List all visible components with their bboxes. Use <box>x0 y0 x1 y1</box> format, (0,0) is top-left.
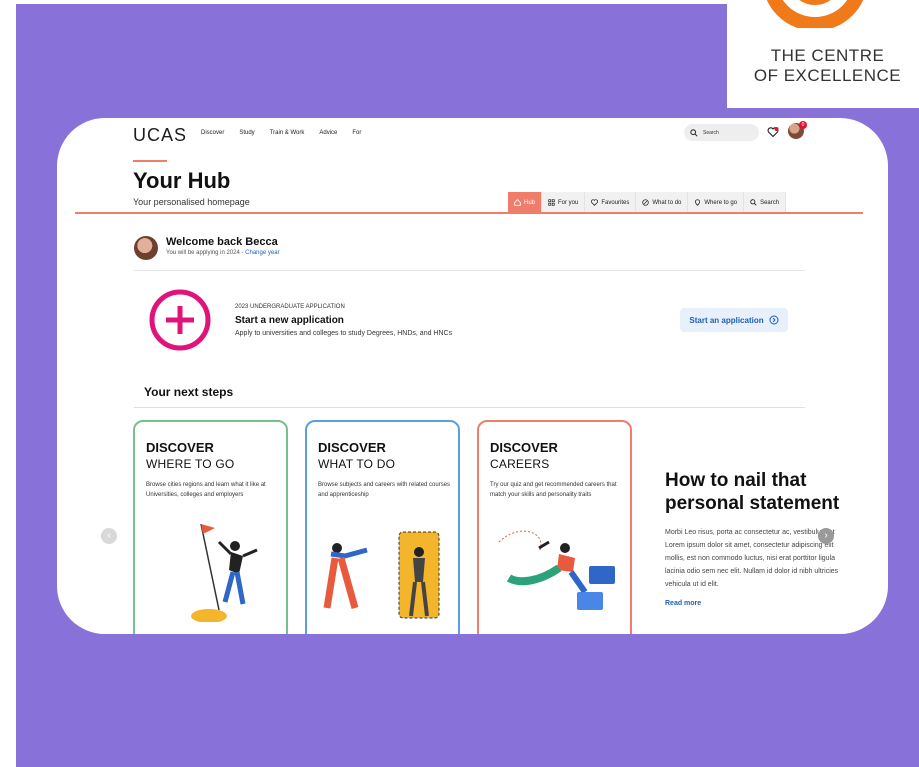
card-heading: DISCOVER <box>318 440 386 455</box>
next-steps-title: Your next steps <box>144 385 234 399</box>
grid-icon <box>548 199 555 206</box>
welcome-avatar <box>134 236 158 260</box>
article-title[interactable]: How to nail that personal statement <box>665 469 875 515</box>
page-subtitle: Your personalised homepage <box>133 197 250 207</box>
arrow-circle-icon <box>769 315 779 325</box>
start-application-label: Start an application <box>689 315 764 325</box>
applying-year-text: You will be applying in 2024 - <box>166 250 246 256</box>
start-application-button[interactable]: Start an application <box>680 308 788 332</box>
tab-label: For you <box>558 199 579 206</box>
notification-badge: 0 <box>799 121 807 129</box>
card-heading: DISCOVER <box>490 440 558 455</box>
read-more-link[interactable]: Read more <box>665 600 701 607</box>
card-heading: DISCOVER <box>146 440 214 455</box>
card-subheading: WHERE TO GO <box>146 457 235 471</box>
favourites-heart-icon[interactable] <box>767 126 779 138</box>
card-subheading: CAREERS <box>490 457 550 471</box>
search-icon <box>690 128 698 137</box>
nav-for[interactable]: For <box>352 130 361 136</box>
next-steps-divider <box>134 407 805 408</box>
chevron-left-icon: ‹ <box>107 530 111 541</box>
tab-where-to-go[interactable]: Where to go <box>688 192 745 213</box>
hub-tabs: Hub For you Favourites What to do Where … <box>508 192 787 213</box>
logo-line-2: OF EXCELLENCE <box>753 66 902 85</box>
header-search[interactable]: Search <box>684 124 759 141</box>
compass-icon <box>642 199 650 206</box>
card-description: Browse subjects and careers with related… <box>318 482 451 498</box>
heart-icon <box>591 199 599 206</box>
tab-hub[interactable]: Hub <box>508 192 543 213</box>
article-body: Morbi Leo risus, porta ac consectetur ac… <box>665 529 839 586</box>
nav-study[interactable]: Study <box>239 130 254 136</box>
tab-label: Favourites <box>601 199 630 206</box>
flag-climber-illustration <box>191 523 258 622</box>
tab-for-you[interactable]: For you <box>542 192 586 213</box>
tab-what-to-do[interactable]: What to do <box>636 192 689 213</box>
logo-rings-icon <box>766 0 864 28</box>
discover-careers-card[interactable]: DISCOVER CAREERS Try our quiz and get re… <box>477 420 632 634</box>
header-search-label: Search <box>703 129 719 136</box>
title-accent-bar <box>133 160 167 162</box>
nav-advice[interactable]: Advice <box>319 130 337 136</box>
page-title: Your Hub <box>133 168 231 193</box>
carousel-next-button[interactable]: › <box>818 528 834 544</box>
change-year-link[interactable]: Change year <box>245 250 279 256</box>
application-title: Start a new application <box>235 315 344 326</box>
ucas-logo[interactable]: UCAS <box>133 125 187 146</box>
chevron-right-icon: › <box>824 530 828 541</box>
discover-what-to-do-card[interactable]: DISCOVER WHAT TO DO Browse subjects and … <box>305 420 460 634</box>
ucas-hub-window: UCAS Discover Study Train & Work Advice … <box>57 118 888 634</box>
card-subheading: WHAT TO DO <box>318 457 396 471</box>
tab-favourites[interactable]: Favourites <box>585 192 637 213</box>
tab-label: Search <box>760 199 780 206</box>
screenshot-stage: THE CENTRE OF EXCELLENCE UCAS Discover S… <box>0 0 919 767</box>
welcome-title: Welcome back Becca <box>166 236 278 248</box>
top-navigation: Discover Study Train & Work Advice For <box>201 130 361 136</box>
nav-train-work[interactable]: Train & Work <box>270 130 305 136</box>
nav-discover[interactable]: Discover <box>201 130 224 136</box>
location-icon <box>695 199 701 206</box>
card-description: Try our quiz and get recommended careers… <box>490 482 617 498</box>
mirror-illustration <box>323 531 440 619</box>
tab-label: Hub <box>524 199 536 206</box>
welcome-subtitle: You will be applying in 2024 - Change ye… <box>166 250 280 256</box>
tab-label: Where to go <box>704 199 738 206</box>
application-description: Apply to universities and colleges to st… <box>235 330 453 337</box>
card-description: Browse cities regions and learn what it … <box>146 482 266 498</box>
centre-of-excellence-logo: THE CENTRE OF EXCELLENCE <box>727 0 919 108</box>
home-icon <box>514 199 521 206</box>
tab-label: What to do <box>652 199 682 206</box>
search-icon <box>750 199 757 206</box>
plus-circle-icon <box>149 289 211 351</box>
section-divider <box>134 270 805 271</box>
header-divider <box>75 212 863 214</box>
application-kicker: 2023 UNDERGRADUATE APPLICATION <box>235 304 345 310</box>
logo-line-1: THE CENTRE <box>770 46 885 65</box>
carousel-prev-button[interactable]: ‹ <box>101 528 117 544</box>
discover-where-to-go-card[interactable]: DISCOVER WHERE TO GO Browse cities regio… <box>133 420 288 634</box>
tab-search[interactable]: Search <box>744 192 787 213</box>
careers-illustration <box>498 530 615 610</box>
logo-text: THE CENTRE OF EXCELLENCE <box>736 46 919 86</box>
